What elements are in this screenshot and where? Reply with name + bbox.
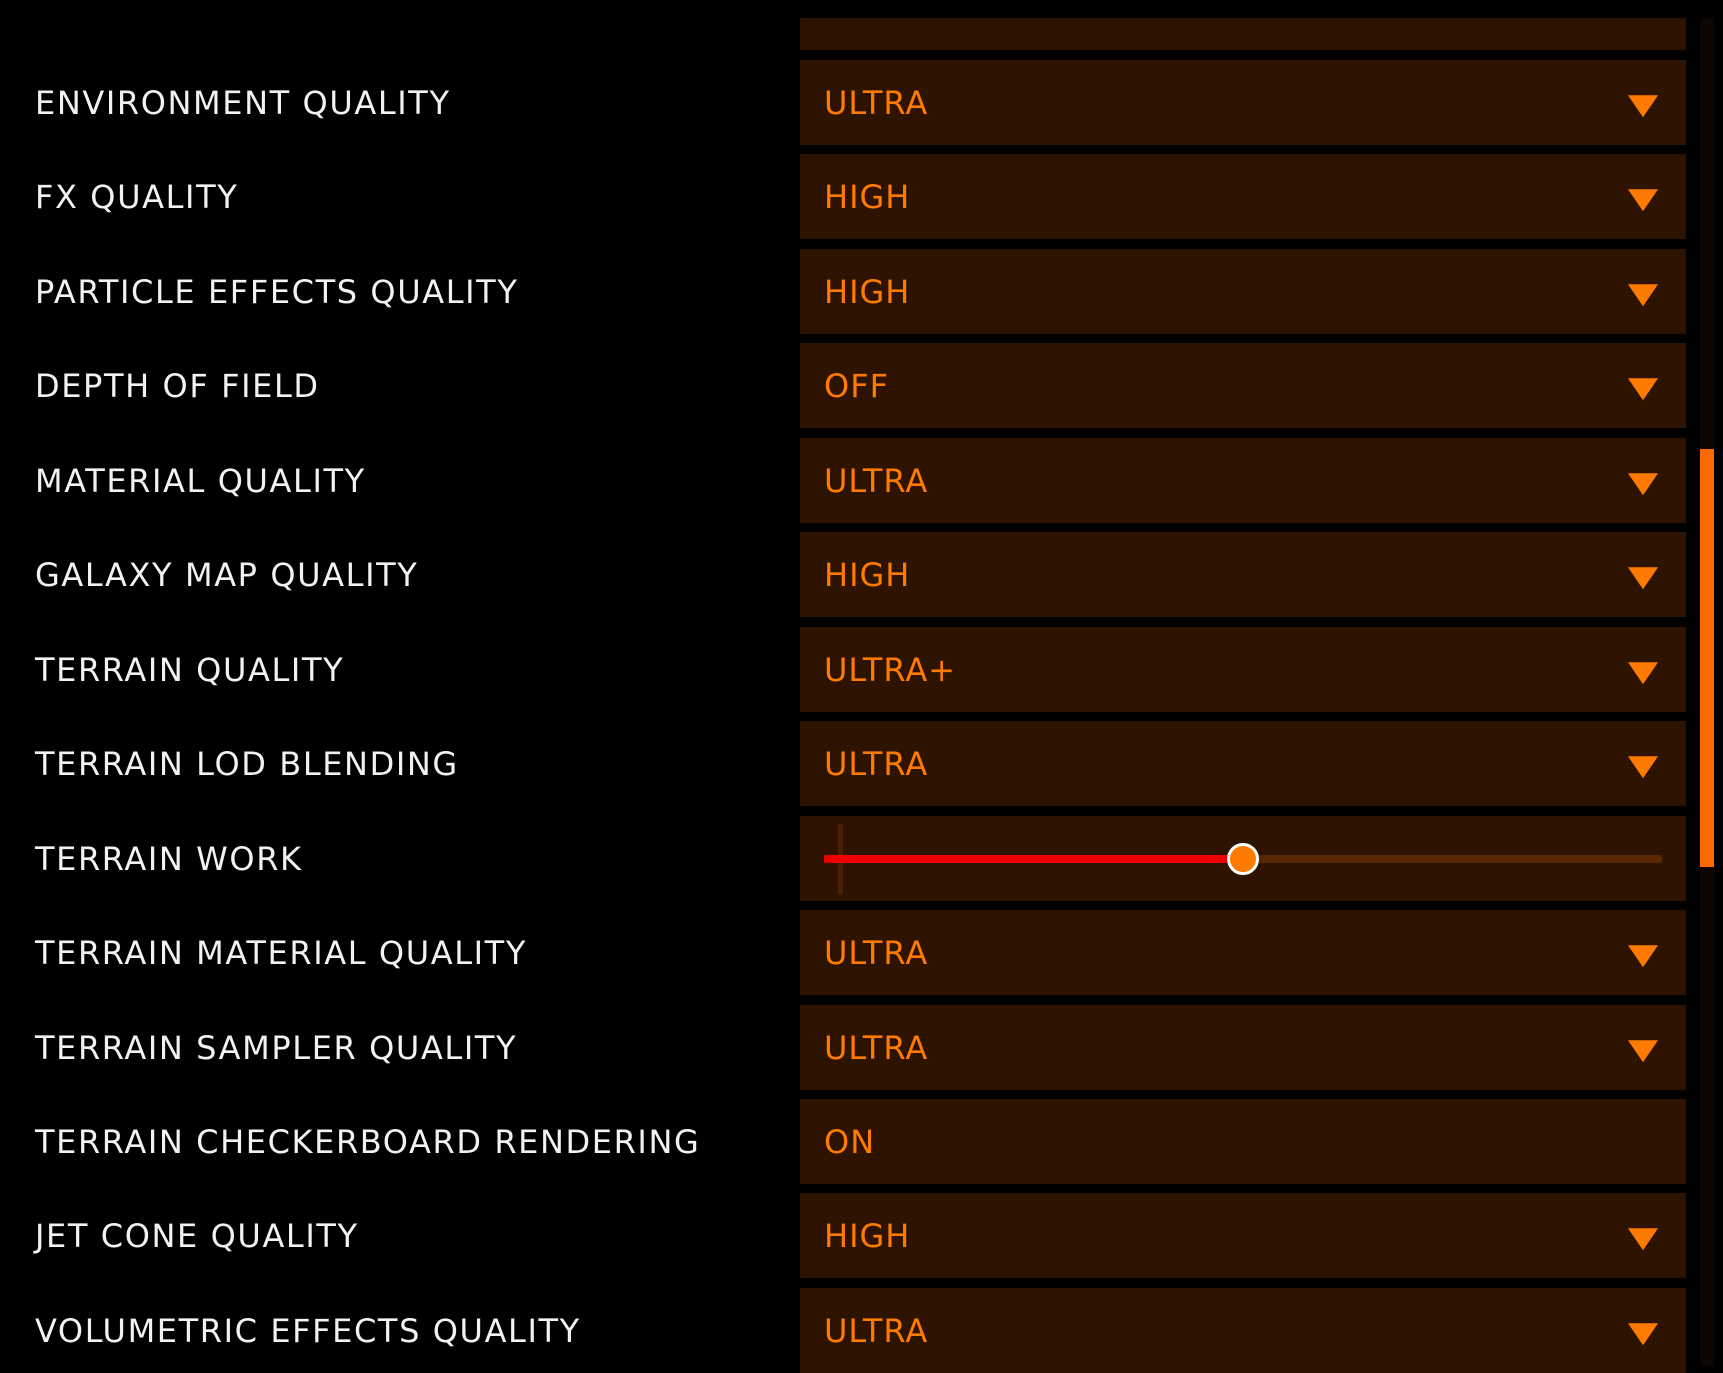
setting-dropdown-particle-effects-quality[interactable]: HIGH: [800, 249, 1686, 334]
dropdown-arrow-icon[interactable]: [1628, 188, 1658, 211]
setting-value: ULTRA: [824, 744, 929, 783]
dropdown-arrow-icon[interactable]: [1628, 1227, 1658, 1250]
slider-track[interactable]: [824, 842, 1662, 875]
setting-value: ULTRA: [824, 83, 929, 122]
slider-fill: [824, 854, 1243, 863]
dropdown-arrow-icon[interactable]: [1628, 1322, 1658, 1345]
setting-dropdown-depth-of-field[interactable]: OFF: [800, 343, 1686, 428]
setting-value: HIGH: [824, 272, 911, 311]
setting-label-environment-quality: ENVIRONMENT QUALITY: [35, 83, 451, 122]
setting-label-depth-of-field: DEPTH OF FIELD: [35, 366, 320, 405]
setting-label-material-quality: MATERIAL QUALITY: [35, 461, 366, 500]
setting-dropdown-galaxy-map-quality[interactable]: HIGH: [800, 532, 1686, 617]
setting-dropdown-jet-cone-quality[interactable]: HIGH: [800, 1193, 1686, 1278]
dropdown-arrow-icon[interactable]: [1628, 377, 1658, 400]
setting-label-particle-effects-quality: PARTICLE EFFECTS QUALITY: [35, 272, 519, 311]
scrollbar[interactable]: [1700, 18, 1714, 1366]
dropdown-arrow-icon[interactable]: [1628, 283, 1658, 306]
setting-value: ULTRA: [824, 461, 929, 500]
graphics-settings-panel: ENVIRONMENT QUALITY ULTRA FX QUALITY HIGH PA…: [0, 0, 1723, 1373]
setting-value: HIGH: [824, 555, 911, 594]
dropdown-arrow-icon[interactable]: [1628, 944, 1658, 967]
setting-label-jet-cone-quality: JET CONE QUALITY: [35, 1216, 359, 1255]
dropdown-arrow-icon[interactable]: [1628, 566, 1658, 589]
setting-dropdown-terrain-material-quality[interactable]: ULTRA: [800, 910, 1686, 995]
setting-label-terrain-work: TERRAIN WORK: [35, 839, 303, 878]
setting-label-terrain-material-quality: TERRAIN MATERIAL QUALITY: [35, 933, 527, 972]
setting-value: HIGH: [824, 1216, 911, 1255]
setting-value: ON: [824, 1122, 876, 1161]
setting-dropdown-volumetric-effects-quality[interactable]: ULTRA: [800, 1288, 1686, 1373]
setting-value: ULTRA+: [824, 650, 957, 689]
dropdown-arrow-icon[interactable]: [1628, 661, 1658, 684]
previous-row-control-partial[interactable]: [800, 18, 1686, 50]
setting-value: ULTRA: [824, 1028, 929, 1067]
setting-label-terrain-checkerboard-rendering: TERRAIN CHECKERBOARD RENDERING: [35, 1122, 701, 1161]
dropdown-arrow-icon[interactable]: [1628, 755, 1658, 778]
setting-dropdown-terrain-quality[interactable]: ULTRA+: [800, 627, 1686, 712]
setting-label-fx-quality: FX QUALITY: [35, 177, 239, 216]
scrollbar-thumb[interactable]: [1700, 449, 1714, 867]
setting-label-volumetric-effects-quality: VOLUMETRIC EFFECTS QUALITY: [35, 1311, 581, 1350]
setting-dropdown-terrain-lod-blending[interactable]: ULTRA: [800, 721, 1686, 806]
dropdown-arrow-icon[interactable]: [1628, 1039, 1658, 1062]
setting-value: HIGH: [824, 177, 911, 216]
setting-label-terrain-quality: TERRAIN QUALITY: [35, 650, 345, 689]
setting-label-terrain-sampler-quality: TERRAIN SAMPLER QUALITY: [35, 1028, 518, 1067]
setting-slider-terrain-work[interactable]: [800, 816, 1686, 901]
setting-dropdown-terrain-sampler-quality[interactable]: ULTRA: [800, 1005, 1686, 1090]
setting-value: ULTRA: [824, 933, 929, 972]
setting-dropdown-environment-quality[interactable]: ULTRA: [800, 60, 1686, 145]
setting-label-galaxy-map-quality: GALAXY MAP QUALITY: [35, 555, 419, 594]
slider-thumb[interactable]: [1227, 842, 1259, 875]
dropdown-arrow-icon[interactable]: [1628, 94, 1658, 117]
setting-value: OFF: [824, 366, 889, 405]
setting-dropdown-fx-quality[interactable]: HIGH: [800, 154, 1686, 239]
dropdown-arrow-icon[interactable]: [1628, 472, 1658, 495]
setting-label-terrain-lod-blending: TERRAIN LOD BLENDING: [35, 744, 459, 783]
setting-value: ULTRA: [824, 1311, 929, 1350]
setting-toggle-terrain-checkerboard-rendering[interactable]: ON: [800, 1099, 1686, 1184]
setting-dropdown-material-quality[interactable]: ULTRA: [800, 438, 1686, 523]
